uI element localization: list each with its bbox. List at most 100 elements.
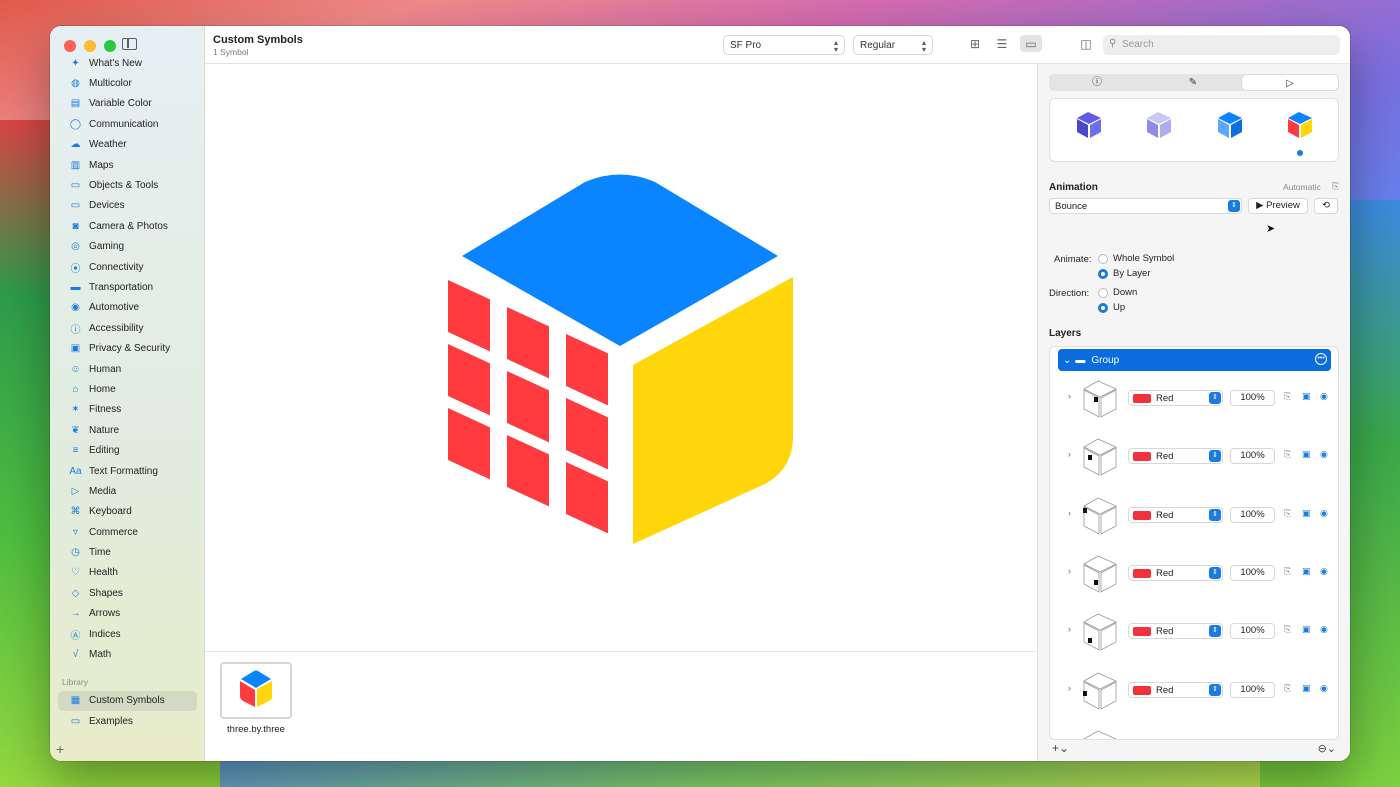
layer-row[interactable]: ›Red⇕100%⎘▣◉ <box>1050 727 1338 739</box>
list-view-icon[interactable]: ☰ <box>992 37 1012 51</box>
layer-color-popup[interactable]: Red ⇕ <box>1128 681 1223 698</box>
layer-row[interactable]: › Red⇕ 100% ⎘ ▣ ◉ <box>1050 552 1338 596</box>
layer-color-popup[interactable]: Red ⇕ <box>1128 390 1223 406</box>
add-layer-button[interactable]: +⌄ <box>1052 741 1069 755</box>
gallery-view-icon[interactable]: ▭ <box>1020 35 1042 52</box>
layer-opacity-field[interactable]: 100% <box>1230 448 1275 465</box>
symbol-thumbnail[interactable] <box>220 662 292 719</box>
layer-row[interactable]: › Red⇕ 100% ⎘ ▣ ◉ <box>1050 669 1338 713</box>
monochrome-variant-icon[interactable] <box>1074 110 1104 140</box>
sidebar-item-privacy-security[interactable]: ▣ Privacy & Security <box>50 338 205 358</box>
sidebar-item-commerce[interactable]: ▿ Commerce <box>50 522 205 542</box>
layer-enabled-icon[interactable]: ◉ <box>1320 624 1328 635</box>
chevron-right-icon[interactable]: › <box>1068 508 1071 518</box>
copy-layer-icon[interactable]: ⎘ <box>1284 683 1291 694</box>
sidebar-item-transportation[interactable]: ▬ Transportation <box>50 277 205 297</box>
palette-variant-icon[interactable] <box>1215 110 1245 140</box>
copy-icon[interactable]: ⎘ <box>1332 181 1339 192</box>
zoom-window-button[interactable] <box>104 40 116 52</box>
sidebar-item-custom-symbols[interactable]: ▦ Custom Symbols <box>58 690 197 712</box>
copy-layer-icon[interactable]: ⎘ <box>1284 624 1291 635</box>
sidebar-item-examples[interactable]: ▭ Examples <box>50 711 205 731</box>
sidebar-item-maps[interactable]: ▥ Maps <box>50 155 205 175</box>
layer-enabled-icon[interactable]: ◉ <box>1320 683 1328 694</box>
sidebar-item-editing[interactable]: ≡ Editing <box>50 440 205 460</box>
layer-enabled-icon[interactable]: ◉ <box>1320 508 1328 519</box>
copy-layer-icon[interactable]: ⎘ <box>1284 449 1291 460</box>
chevron-right-icon[interactable]: › <box>1068 683 1071 693</box>
weight-popup[interactable]: Regular ▴ ▾ <box>853 35 933 55</box>
sidebar-item-communication[interactable]: ◯ Communication <box>50 114 205 134</box>
repeat-button[interactable]: ⟲ <box>1314 198 1338 214</box>
hierarchical-variant-icon[interactable] <box>1144 110 1174 140</box>
sidebar-item-variable-color[interactable]: ▤ Variable Color <box>50 94 205 114</box>
by-layer-radio[interactable]: By Layer <box>1098 268 1151 279</box>
minimize-window-button[interactable] <box>84 40 96 52</box>
sidebar-item-human[interactable]: ☺ Human <box>50 359 205 379</box>
whole-symbol-radio[interactable]: Whole Symbol <box>1098 253 1174 264</box>
sidebar-item-accessibility[interactable]: ⓘ Accessibility <box>50 318 205 338</box>
layer-color-popup[interactable]: Red ⇕ <box>1128 623 1223 640</box>
layer-display-icon[interactable]: ▣ <box>1302 391 1311 402</box>
copy-layer-icon[interactable]: ⎘ <box>1284 508 1291 519</box>
layer-row[interactable]: ›Red⇕100%⎘▣◉ <box>1050 610 1338 654</box>
layer-color-popup[interactable]: Red ⇕ <box>1128 448 1223 465</box>
sidebar-item-health[interactable]: ♡ Health <box>50 563 205 583</box>
sidebar-item-multicolor[interactable]: ◍ Multicolor <box>50 73 205 93</box>
sidebar-item-what-s-new[interactable]: ✦ What's New <box>50 53 205 73</box>
sidebar-item-objects-tools[interactable]: ▭ Objects & Tools <box>50 175 205 195</box>
layer-display-icon[interactable]: ▣ <box>1302 566 1311 577</box>
layer-opacity-field[interactable]: 100% <box>1230 390 1275 406</box>
layer-display-icon[interactable]: ▣ <box>1302 683 1311 694</box>
layer-opacity-field[interactable]: 100% <box>1230 681 1275 698</box>
paintbrush-tab-icon[interactable]: ✎ <box>1145 74 1241 91</box>
sidebar-item-math[interactable]: √ Math <box>50 644 205 664</box>
sidebar-item-automotive[interactable]: ◉ Automotive <box>50 298 205 318</box>
sidebar-item-home[interactable]: ⌂ Home <box>50 379 205 399</box>
layer-enabled-icon[interactable]: ◉ <box>1320 391 1328 402</box>
sidebar-item-media[interactable]: ▷ Media <box>50 481 205 501</box>
layer-enabled-icon[interactable]: ◉ <box>1320 566 1328 577</box>
layer-opacity-field[interactable]: 100% <box>1230 506 1275 523</box>
layer-options-button[interactable]: ⊖⌄ <box>1318 742 1336 755</box>
sidebar-toggle-icon[interactable] <box>122 38 137 50</box>
sidebar-item-weather[interactable]: ☁ Weather <box>50 135 205 155</box>
layer-row[interactable]: ›Red⇕100%⎘▣◉ <box>1050 435 1338 479</box>
chevron-right-icon[interactable]: › <box>1068 449 1071 459</box>
layer-row[interactable]: › Red⇕ 100% ⎘ ▣ ◉ <box>1050 494 1338 538</box>
sidebar-item-indices[interactable]: Ⓐ Indices <box>50 624 205 644</box>
layer-color-popup[interactable]: Red ⇕ <box>1128 506 1223 523</box>
sidebar-item-connectivity[interactable]: ⦿ Connectivity <box>50 257 205 277</box>
direction-down-radio[interactable]: Down <box>1098 287 1137 298</box>
preview-button[interactable]: ▶ Preview <box>1248 198 1308 214</box>
close-window-button[interactable] <box>64 40 76 52</box>
sidebar-item-keyboard[interactable]: ⌘ Keyboard <box>50 502 205 522</box>
info-tab-icon[interactable]: ⓘ <box>1049 74 1145 91</box>
chevron-right-icon[interactable]: › <box>1068 391 1071 401</box>
chevron-right-icon[interactable]: › <box>1068 566 1071 576</box>
sidebar-item-shapes[interactable]: ◇ Shapes <box>50 583 205 603</box>
sidebar-item-arrows[interactable]: → Arrows <box>50 604 205 624</box>
sidebar-item-camera-photos[interactable]: ◙ Camera & Photos <box>50 216 205 236</box>
layer-opacity-field[interactable]: 100% <box>1230 623 1275 640</box>
copy-layer-icon[interactable]: ⎘ <box>1284 391 1291 402</box>
layer-opacity-field[interactable]: 100% <box>1230 564 1275 581</box>
search-field[interactable]: ⚲ Search <box>1103 35 1340 55</box>
inspector-toggle-icon[interactable]: ◫ <box>1076 37 1096 51</box>
copy-layer-icon[interactable]: ⎘ <box>1284 566 1291 577</box>
font-popup[interactable]: SF Pro ▴ ▾ <box>723 35 845 55</box>
layer-color-popup[interactable]: Red ⇕ <box>1128 564 1223 581</box>
sidebar-item-time[interactable]: ◷ Time <box>50 542 205 562</box>
sidebar-item-text-formatting[interactable]: Aa Text Formatting <box>50 461 205 481</box>
add-collection-button[interactable]: + <box>56 741 64 757</box>
grid-view-icon[interactable]: ⊞ <box>965 37 985 51</box>
more-options-icon[interactable]: ••• <box>1315 353 1327 365</box>
layer-display-icon[interactable]: ▣ <box>1302 624 1311 635</box>
sidebar-item-devices[interactable]: ▭ Devices <box>50 196 205 216</box>
animation-effect-popup[interactable]: Bounce ⇕ <box>1049 198 1242 214</box>
animation-tab-icon[interactable]: ▷ <box>1242 75 1338 90</box>
layer-display-icon[interactable]: ▣ <box>1302 508 1311 519</box>
sidebar-item-fitness[interactable]: ✶ Fitness <box>50 400 205 420</box>
direction-up-radio[interactable]: Up <box>1098 302 1125 313</box>
sidebar-item-gaming[interactable]: ◎ Gaming <box>50 237 205 257</box>
